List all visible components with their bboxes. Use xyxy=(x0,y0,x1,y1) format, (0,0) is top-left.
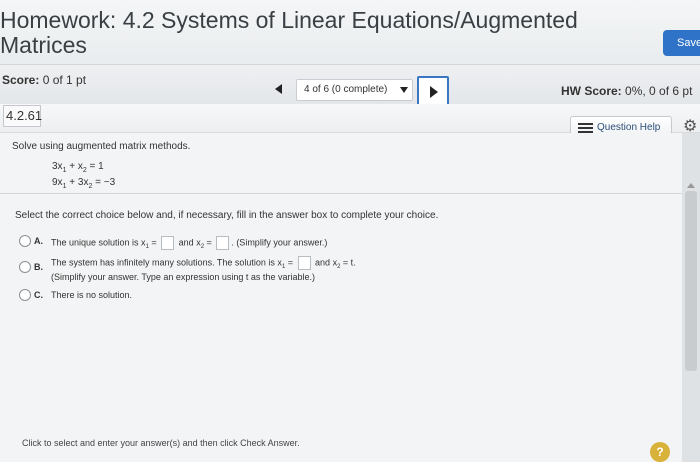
chevron-down-icon xyxy=(400,87,408,93)
option-b-line-1: The system has infinitely many solutions… xyxy=(51,256,356,271)
hw-score: HW Score: 0%, 0 of 6 pt xyxy=(561,84,692,98)
answer-box-x1[interactable] xyxy=(161,236,175,250)
progress-text: 4 of 6 (0 complete) xyxy=(304,84,388,95)
question-number: 4.2.61 xyxy=(3,105,42,127)
score: Score: 0 of 1 pt xyxy=(2,73,86,87)
previous-question-icon[interactable] xyxy=(275,84,282,94)
hw-score-value: 0%, 0 of 6 pt xyxy=(625,84,693,98)
option-a-letter: A. xyxy=(34,236,43,246)
option-c-text: There is no solution. xyxy=(51,290,133,300)
page-title: Homework: 4.2 Systems of Linear Equation… xyxy=(0,8,650,58)
question-progress-dropdown[interactable]: 4 of 6 (0 complete) xyxy=(296,79,413,101)
answer-box-b-x1[interactable] xyxy=(297,256,311,270)
scrollbar-thumb[interactable] xyxy=(685,191,697,371)
option-c-radio[interactable] xyxy=(19,289,31,301)
title-line-1: Homework: 4.2 Systems of Linear Equation… xyxy=(0,7,578,33)
footer-instruction: Click to select and enter your answer(s)… xyxy=(22,438,300,448)
option-b-line-2: (Simplify your answer. Type an expressio… xyxy=(51,272,315,282)
select-instruction: Select the correct choice below and, if … xyxy=(15,210,439,221)
help-icon[interactable]: ? xyxy=(650,442,670,462)
score-label: Score: xyxy=(2,73,40,87)
option-b-radio[interactable] xyxy=(19,261,31,273)
option-b-letter: B. xyxy=(34,262,43,272)
next-arrow-icon xyxy=(430,86,438,98)
hamburger-icon xyxy=(578,123,593,133)
score-value: 0 of 1 pt xyxy=(42,73,87,87)
answer-box-x2[interactable] xyxy=(216,236,230,250)
divider xyxy=(0,193,682,194)
equation-1: 3x1 + x2 = 1 xyxy=(52,161,104,174)
question-instruction: Solve using augmented matrix methods. xyxy=(12,141,191,152)
equation-2: 9x1 + 3x2 = −3 xyxy=(52,177,116,190)
option-a-text: The unique solution is x1 = and x2 = . (… xyxy=(51,236,328,251)
title-line-2: Matrices xyxy=(0,32,87,58)
option-a-radio[interactable] xyxy=(19,235,31,247)
question-bar: 4.2.61 Question Help xyxy=(0,104,700,140)
scrollbar[interactable] xyxy=(682,133,700,462)
header: Homework: 4.2 Systems of Linear Equation… xyxy=(0,0,700,64)
hw-score-label: HW Score: xyxy=(561,84,622,98)
score-bar: Score: 0 of 1 pt 4 of 6 (0 complete) HW … xyxy=(0,64,700,108)
option-c-letter: C. xyxy=(34,290,43,300)
save-button[interactable]: Save xyxy=(663,30,700,56)
scroll-up-icon[interactable] xyxy=(687,183,695,188)
